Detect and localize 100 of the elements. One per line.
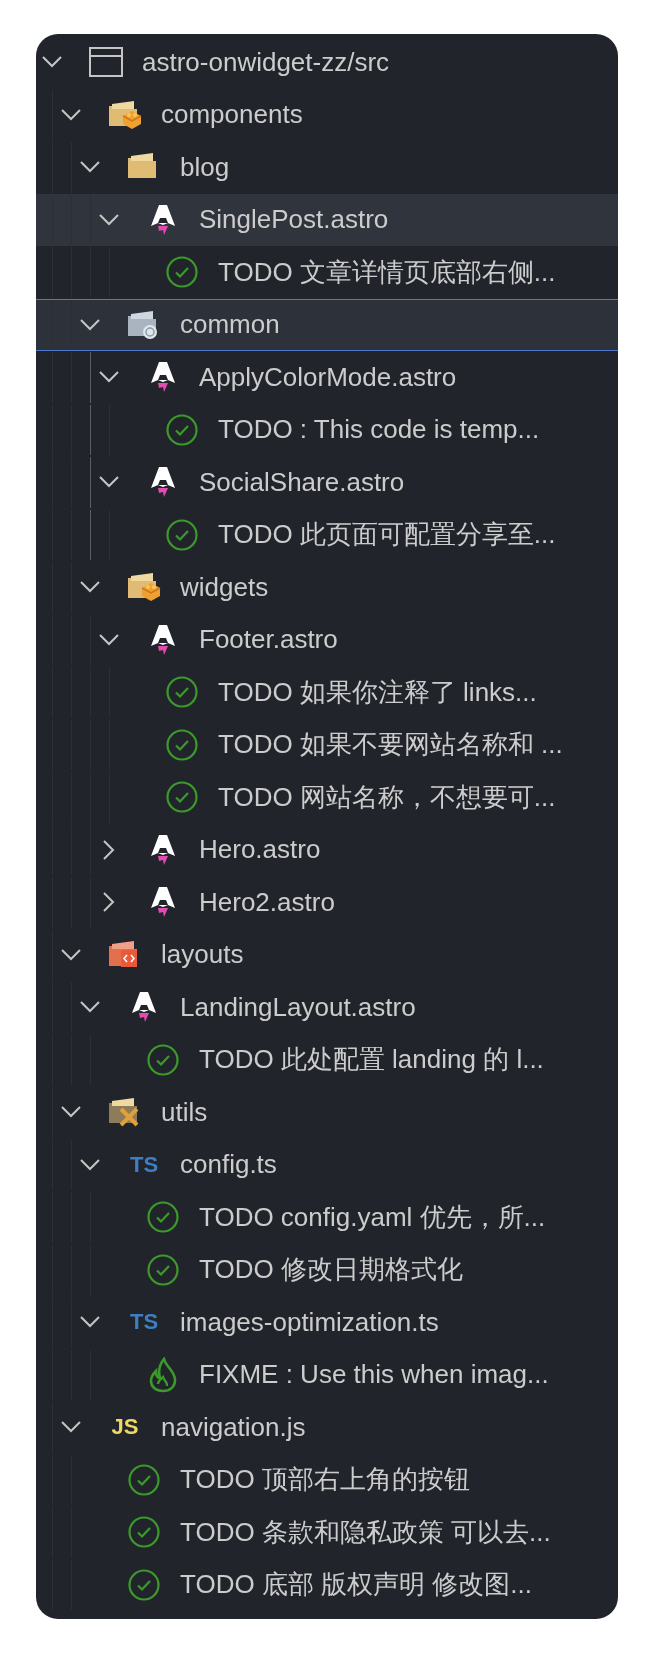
item-label: TODO : This code is temp... (218, 414, 540, 446)
chevron-down-icon[interactable] (99, 633, 119, 646)
item-label: TODO 此处配置 landing 的 l... (199, 1043, 544, 1077)
item-label: TODO 网站名称，不想要可... (218, 780, 556, 814)
item-label: images-optimization.ts (180, 1306, 439, 1338)
flame-icon (148, 1356, 178, 1393)
item-label: config.ts (180, 1149, 277, 1181)
chevron-down-icon[interactable] (61, 948, 81, 961)
check-circle-icon (128, 1568, 160, 1601)
window-icon (89, 47, 123, 78)
item-label: blog (180, 151, 230, 183)
tree-row[interactable]: Hero.astro (36, 823, 618, 876)
item-label: utils (161, 1096, 208, 1128)
chevron-down-icon[interactable] (61, 1106, 81, 1119)
check-circle-icon (147, 1043, 179, 1076)
folder-icon (126, 572, 162, 603)
chevron-down-icon[interactable] (80, 161, 100, 174)
tree-row[interactable]: Footer.astro (36, 613, 618, 666)
item-label: ApplyColorMode.astro (199, 361, 457, 393)
tree-row[interactable]: widgets (36, 561, 618, 614)
item-label: TODO 此页面可配置分享至... (218, 518, 556, 552)
chevron-right-icon[interactable] (103, 892, 115, 913)
tree-row[interactable]: TODO config.yaml 优先，所... (36, 1191, 618, 1244)
tree-row[interactable]: FIXME : Use this when imag... (36, 1348, 618, 1401)
rocket-icon (150, 886, 176, 919)
check-circle-icon (147, 1253, 179, 1286)
tree-row[interactable]: TODO 此处配置 landing 的 l... (36, 1033, 618, 1086)
tree-row[interactable]: TODO 此页面可配置分享至... (36, 508, 618, 561)
tree-row[interactable]: Hero2.astro (36, 876, 618, 929)
file-type-label: TS (129, 1151, 159, 1178)
tree-row[interactable]: TODO 修改日期格式化 (36, 1243, 618, 1296)
tree-row[interactable]: TODO 条款和隐私政策 可以去... (36, 1506, 618, 1559)
tree-row[interactable]: ApplyColorMode.astro (36, 351, 618, 404)
tree-row[interactable]: utils (36, 1086, 618, 1139)
tree-row[interactable]: blog (36, 141, 618, 194)
check-circle-icon (166, 413, 198, 446)
check-circle-icon (166, 781, 198, 814)
rocket-icon (150, 833, 176, 866)
folder-icon (107, 99, 143, 130)
tree-row[interactable]: TODO 文章详情页底部右侧... (36, 246, 618, 299)
check-circle-icon (128, 1463, 160, 1496)
rocket-icon (150, 203, 176, 236)
check-circle-icon (128, 1516, 160, 1549)
check-circle-icon (166, 728, 198, 761)
tree-row[interactable]: layouts (36, 928, 618, 981)
chevron-down-icon[interactable] (80, 1001, 100, 1014)
tree-row[interactable]: components (36, 88, 618, 141)
item-label: TODO 底部 版权声明 修改图... (180, 1568, 532, 1602)
chevron-down-icon[interactable] (61, 108, 81, 121)
tree-row[interactable]: TODO 顶部右上角的按钮 (36, 1453, 618, 1506)
item-label: components (161, 99, 303, 131)
chevron-down-icon[interactable] (99, 371, 119, 384)
check-circle-icon (166, 518, 198, 551)
tree-row[interactable]: TODO 网站名称，不想要可... (36, 771, 618, 824)
item-label: astro-onwidget-zz/src (142, 46, 390, 78)
item-label: layouts (161, 939, 244, 971)
file-type-label: TS (129, 1309, 159, 1336)
item-label: navigation.js (161, 1411, 306, 1443)
rocket-icon (150, 623, 176, 656)
tree-row[interactable]: SocialShare.astro (36, 456, 618, 509)
chevron-down-icon[interactable] (80, 1316, 100, 1329)
item-label: Hero.astro (199, 834, 321, 866)
chevron-down-icon[interactable] (80, 581, 100, 594)
item-label: Hero2.astro (199, 886, 335, 918)
chevron-down-icon[interactable] (99, 476, 119, 489)
item-label: common (180, 309, 280, 341)
chevron-down-icon[interactable] (80, 1158, 100, 1171)
item-label: TODO 条款和隐私政策 可以去... (180, 1515, 551, 1549)
item-label: LandingLayout.astro (180, 991, 416, 1023)
tree-row[interactable]: astro-onwidget-zz/src (36, 36, 618, 89)
tree-row[interactable]: LandingLayout.astro (36, 981, 618, 1034)
item-label: SocialShare.astro (199, 466, 405, 498)
item-label: TODO 如果不要网站名称和 ... (218, 728, 563, 762)
chevron-down-icon[interactable] (80, 318, 100, 331)
tree-row[interactable]: TODO 如果你注释了 links... (36, 666, 618, 719)
chevron-down-icon[interactable] (99, 213, 119, 226)
item-label: TODO 顶部右上角的按钮 (180, 1463, 470, 1497)
rocket-icon (150, 361, 176, 394)
item-label: TODO 文章详情页底部右侧... (218, 255, 556, 289)
tree-row[interactable]: TS images-optimization.ts (36, 1296, 618, 1349)
tree-row[interactable]: SinglePost.astro (36, 193, 618, 246)
rocket-icon (150, 466, 176, 499)
item-label: TODO 修改日期格式化 (199, 1253, 463, 1287)
chevron-right-icon[interactable] (103, 839, 115, 860)
check-circle-icon (147, 1201, 179, 1234)
file-type-label: JS (111, 1414, 139, 1441)
check-circle-icon (166, 676, 198, 709)
tree-row[interactable]: TODO 底部 版权声明 修改图... (36, 1558, 618, 1611)
rocket-icon (131, 991, 157, 1024)
tree-row[interactable]: TODO : This code is temp... (36, 403, 618, 456)
item-label: Footer.astro (199, 624, 338, 656)
item-label: TODO 如果你注释了 links... (218, 675, 537, 709)
tree-row[interactable]: common (36, 298, 618, 351)
tree-row[interactable]: JS navigation.js (36, 1401, 618, 1454)
chevron-down-icon[interactable] (42, 56, 62, 69)
tree-row[interactable]: TS config.ts (36, 1138, 618, 1191)
tree-row[interactable]: TODO 如果不要网站名称和 ... (36, 718, 618, 771)
check-circle-icon (166, 256, 198, 289)
chevron-down-icon[interactable] (61, 1421, 81, 1434)
item-label: FIXME : Use this when imag... (199, 1359, 549, 1391)
